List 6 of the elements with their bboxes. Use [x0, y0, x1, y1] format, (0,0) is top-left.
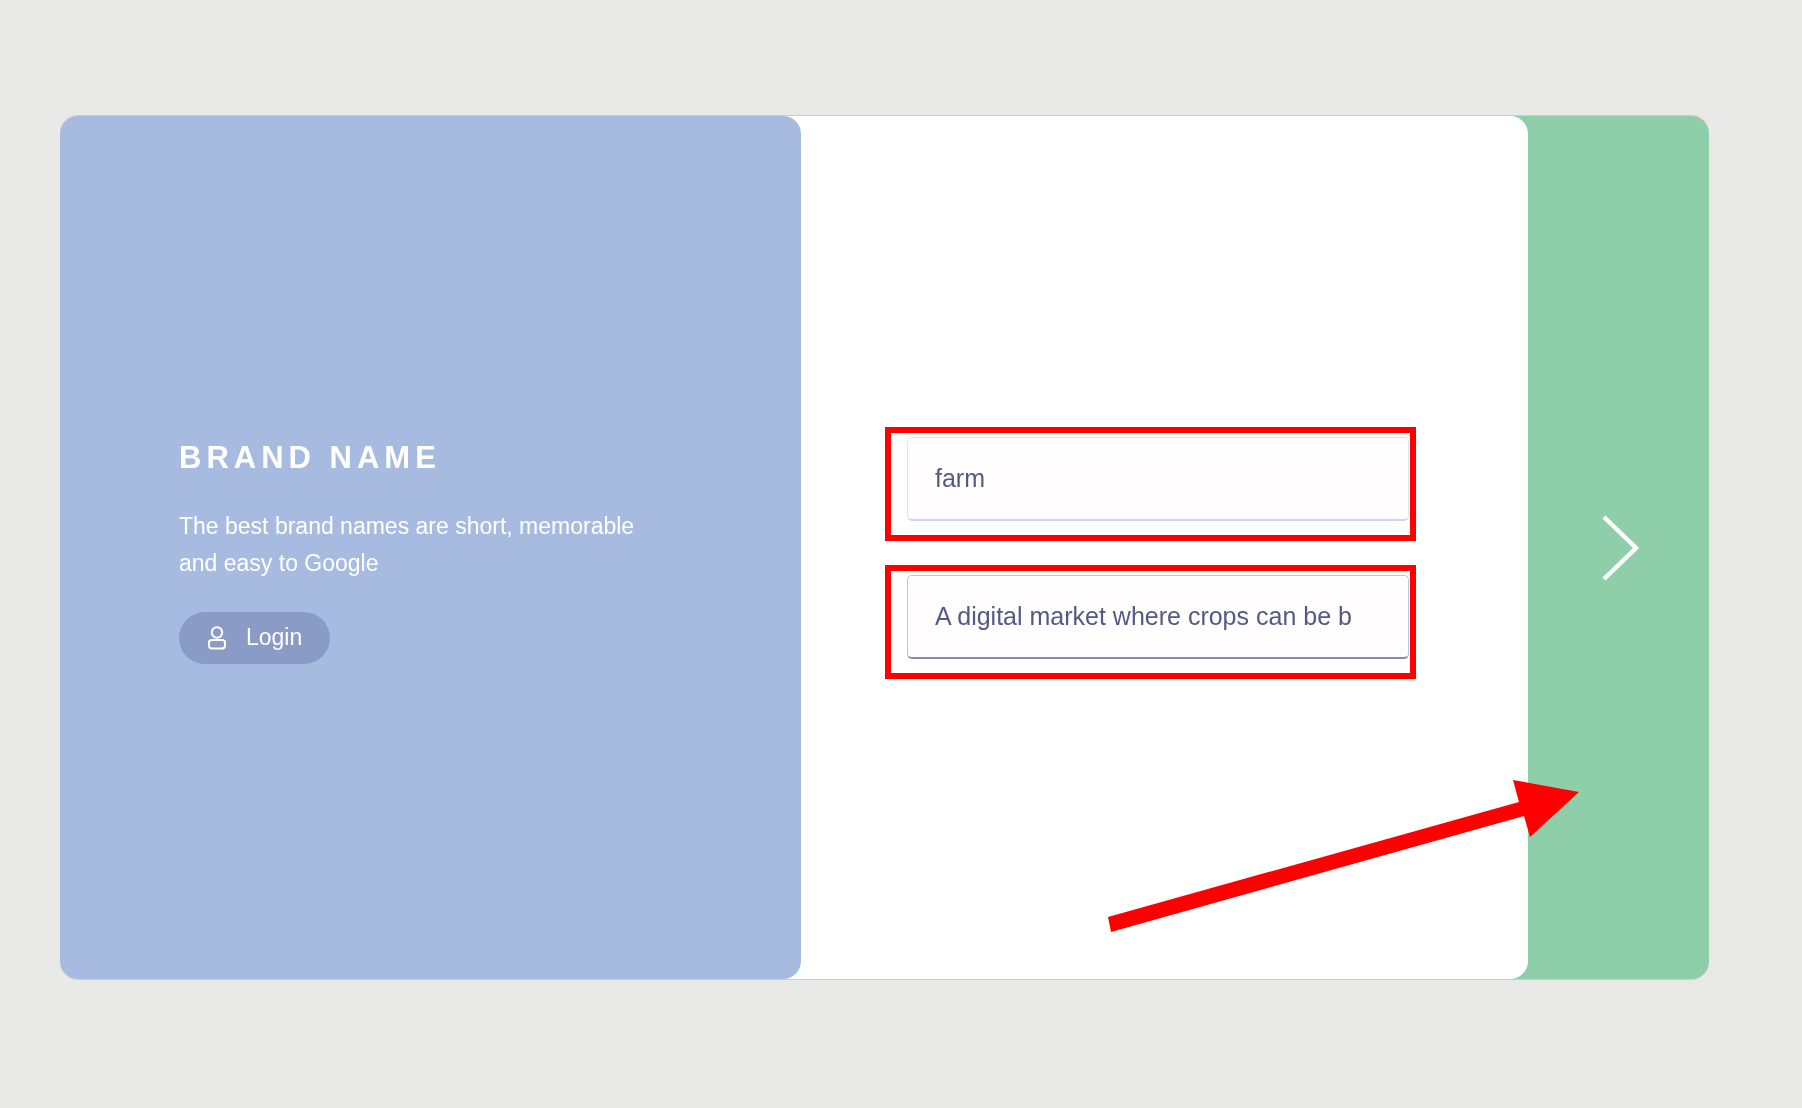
text-field[interactable]: A digital market where crops can be b	[907, 574, 1409, 659]
text-field[interactable]: farm	[907, 436, 1409, 521]
chevron-right-icon[interactable]	[1601, 514, 1640, 581]
brand-description: The best brand names are short, memorable and easy to Google	[179, 511, 636, 578]
user-icon	[206, 625, 228, 650]
brand-title: BRAND NAME	[179, 439, 441, 476]
